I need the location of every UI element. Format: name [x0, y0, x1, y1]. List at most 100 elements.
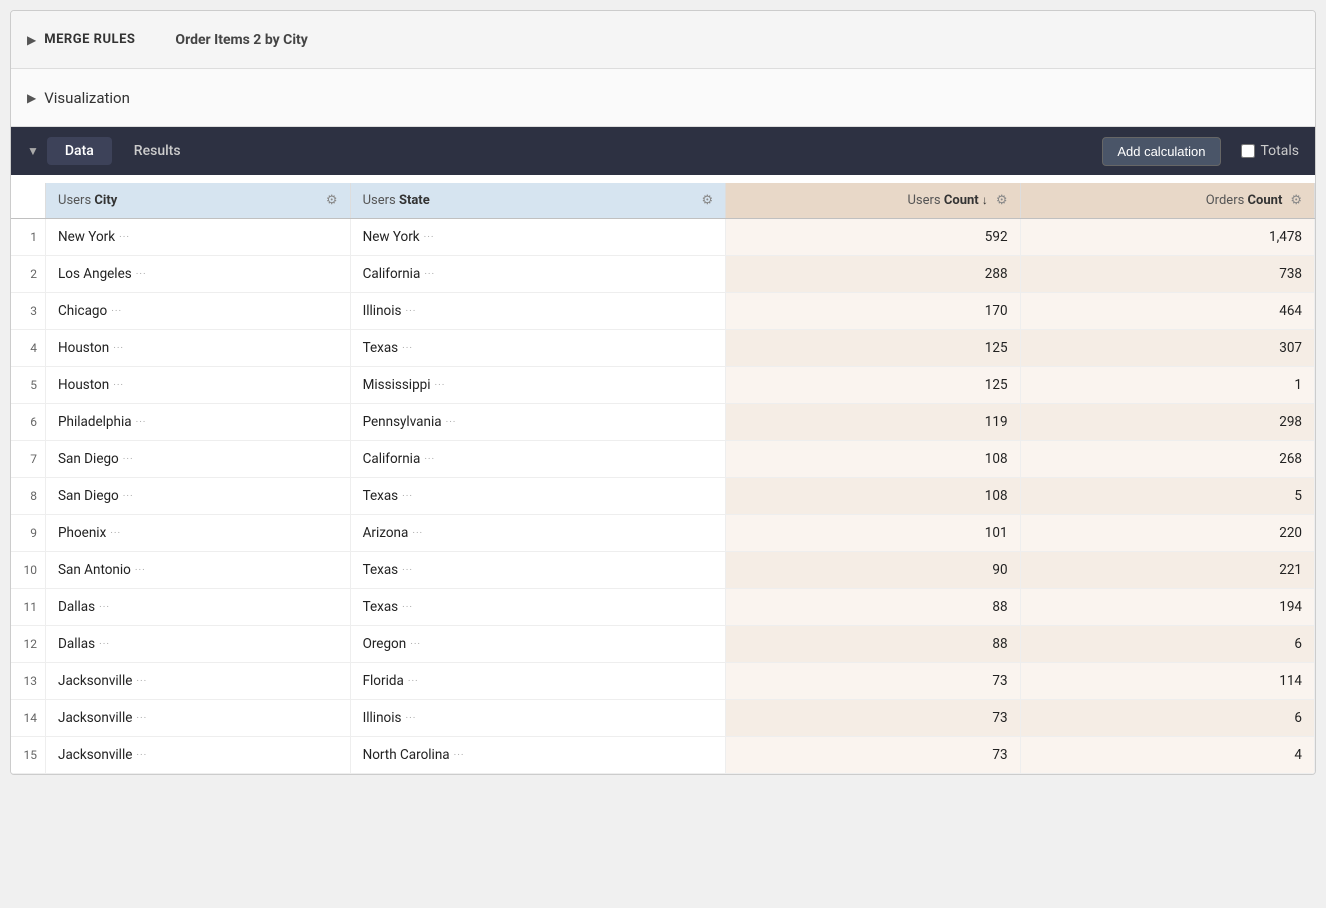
cell-city: Dallas···: [46, 626, 351, 663]
state-gear-icon[interactable]: ⚙: [702, 193, 714, 208]
visualization-arrow-icon[interactable]: ▶: [27, 91, 36, 105]
data-table-wrapper: Users City ⚙ Users State ⚙ Users Count ↓: [11, 175, 1315, 774]
cell-index: 10: [11, 552, 46, 589]
city-gear-icon[interactable]: ⚙: [326, 193, 338, 208]
cell-index: 13: [11, 663, 46, 700]
data-table: Users City ⚙ Users State ⚙ Users Count ↓: [11, 175, 1315, 774]
table-body: 1New York···New York···5921,4782Los Ange…: [11, 219, 1315, 774]
cell-index: 11: [11, 589, 46, 626]
tab-results[interactable]: Results: [116, 137, 199, 165]
add-calculation-button[interactable]: Add calculation: [1102, 137, 1220, 166]
table-row[interactable]: 7San Diego···California···108268: [11, 441, 1315, 478]
merge-rules-arrow-icon[interactable]: ▶: [27, 33, 36, 47]
cell-state: Oregon···: [350, 626, 726, 663]
cell-users-count: 73: [726, 663, 1020, 700]
table-row[interactable]: 6Philadelphia···Pennsylvania···119298: [11, 404, 1315, 441]
table-row[interactable]: 10San Antonio···Texas···90221: [11, 552, 1315, 589]
cell-users-count: 108: [726, 441, 1020, 478]
cell-index: 9: [11, 515, 46, 552]
cell-state: New York···: [350, 219, 726, 256]
table-row[interactable]: 14Jacksonville···Illinois···736: [11, 700, 1315, 737]
cell-orders-count: 4: [1020, 737, 1314, 774]
users-count-gear-icon[interactable]: ⚙: [996, 193, 1008, 208]
cell-city: Jacksonville···: [46, 663, 351, 700]
cell-city: Dallas···: [46, 589, 351, 626]
table-row[interactable]: 2Los Angeles···California···288738: [11, 256, 1315, 293]
cell-index: 1: [11, 219, 46, 256]
th-orders-count: Orders Count ⚙: [1020, 183, 1314, 219]
merge-rules-bar: ▶ MERGE RULES Order Items 2 by City: [11, 11, 1315, 69]
cell-orders-count: 1,478: [1020, 219, 1314, 256]
merge-rules-subtitle: Order Items 2 by City: [175, 32, 307, 48]
th-state: Users State ⚙: [350, 183, 726, 219]
cell-orders-count: 5: [1020, 478, 1314, 515]
cell-state: Florida···: [350, 663, 726, 700]
cell-city: Jacksonville···: [46, 737, 351, 774]
table-row[interactable]: 8San Diego···Texas···1085: [11, 478, 1315, 515]
cell-orders-count: 307: [1020, 330, 1314, 367]
subtitle-bold: City: [283, 32, 308, 48]
cell-index: 12: [11, 626, 46, 663]
cell-index: 6: [11, 404, 46, 441]
cell-orders-count: 464: [1020, 293, 1314, 330]
totals-checkbox[interactable]: [1241, 144, 1255, 158]
cell-index: 8: [11, 478, 46, 515]
cell-state: California···: [350, 256, 726, 293]
cell-city: Chicago···: [46, 293, 351, 330]
cell-users-count: 73: [726, 700, 1020, 737]
cell-city: Jacksonville···: [46, 700, 351, 737]
cell-state: North Carolina···: [350, 737, 726, 774]
cell-city: Houston···: [46, 330, 351, 367]
cell-users-count: 119: [726, 404, 1020, 441]
table-row[interactable]: 4Houston···Texas···125307: [11, 330, 1315, 367]
th-city: Users City ⚙: [46, 183, 351, 219]
cell-orders-count: 1: [1020, 367, 1314, 404]
subtitle-prefix: Order Items 2 by: [175, 32, 283, 48]
toolbar-dropdown-icon[interactable]: ▼: [27, 144, 39, 158]
cell-state: Illinois···: [350, 293, 726, 330]
cell-state: Texas···: [350, 478, 726, 515]
cell-users-count: 90: [726, 552, 1020, 589]
cell-city: San Diego···: [46, 478, 351, 515]
orders-count-gear-icon[interactable]: ⚙: [1290, 193, 1302, 208]
toolbar: ▼ Data Results Add calculation Totals: [11, 127, 1315, 175]
cell-users-count: 170: [726, 293, 1020, 330]
visualization-bar: ▶ Visualization: [11, 69, 1315, 127]
table-row[interactable]: 3Chicago···Illinois···170464: [11, 293, 1315, 330]
cell-orders-count: 221: [1020, 552, 1314, 589]
cell-state: Arizona···: [350, 515, 726, 552]
merge-rules-title: MERGE RULES: [44, 32, 135, 47]
cell-users-count: 125: [726, 330, 1020, 367]
cell-orders-count: 298: [1020, 404, 1314, 441]
cell-index: 15: [11, 737, 46, 774]
cell-city: San Diego···: [46, 441, 351, 478]
cell-index: 4: [11, 330, 46, 367]
cell-index: 7: [11, 441, 46, 478]
cell-orders-count: 114: [1020, 663, 1314, 700]
cell-index: 5: [11, 367, 46, 404]
cell-state: Texas···: [350, 330, 726, 367]
cell-users-count: 88: [726, 589, 1020, 626]
cell-state: Pennsylvania···: [350, 404, 726, 441]
table-row[interactable]: 1New York···New York···5921,478: [11, 219, 1315, 256]
table-row[interactable]: 12Dallas···Oregon···886: [11, 626, 1315, 663]
totals-label[interactable]: Totals: [1241, 143, 1300, 159]
table-row[interactable]: 13Jacksonville···Florida···73114: [11, 663, 1315, 700]
cell-orders-count: 194: [1020, 589, 1314, 626]
cell-users-count: 73: [726, 737, 1020, 774]
cell-users-count: 288: [726, 256, 1020, 293]
table-row[interactable]: 9Phoenix···Arizona···101220: [11, 515, 1315, 552]
cell-index: 2: [11, 256, 46, 293]
cell-users-count: 101: [726, 515, 1020, 552]
table-row[interactable]: 11Dallas···Texas···88194: [11, 589, 1315, 626]
cell-city: Philadelphia···: [46, 404, 351, 441]
cell-orders-count: 6: [1020, 626, 1314, 663]
cell-city: New York···: [46, 219, 351, 256]
th-users-count: Users Count ↓ ⚙: [726, 183, 1020, 219]
tab-data[interactable]: Data: [47, 137, 112, 165]
table-row[interactable]: 15Jacksonville···North Carolina···734: [11, 737, 1315, 774]
cell-state: California···: [350, 441, 726, 478]
table-header-row: Users City ⚙ Users State ⚙ Users Count ↓: [11, 183, 1315, 219]
cell-state: Mississippi···: [350, 367, 726, 404]
table-row[interactable]: 5Houston···Mississippi···1251: [11, 367, 1315, 404]
